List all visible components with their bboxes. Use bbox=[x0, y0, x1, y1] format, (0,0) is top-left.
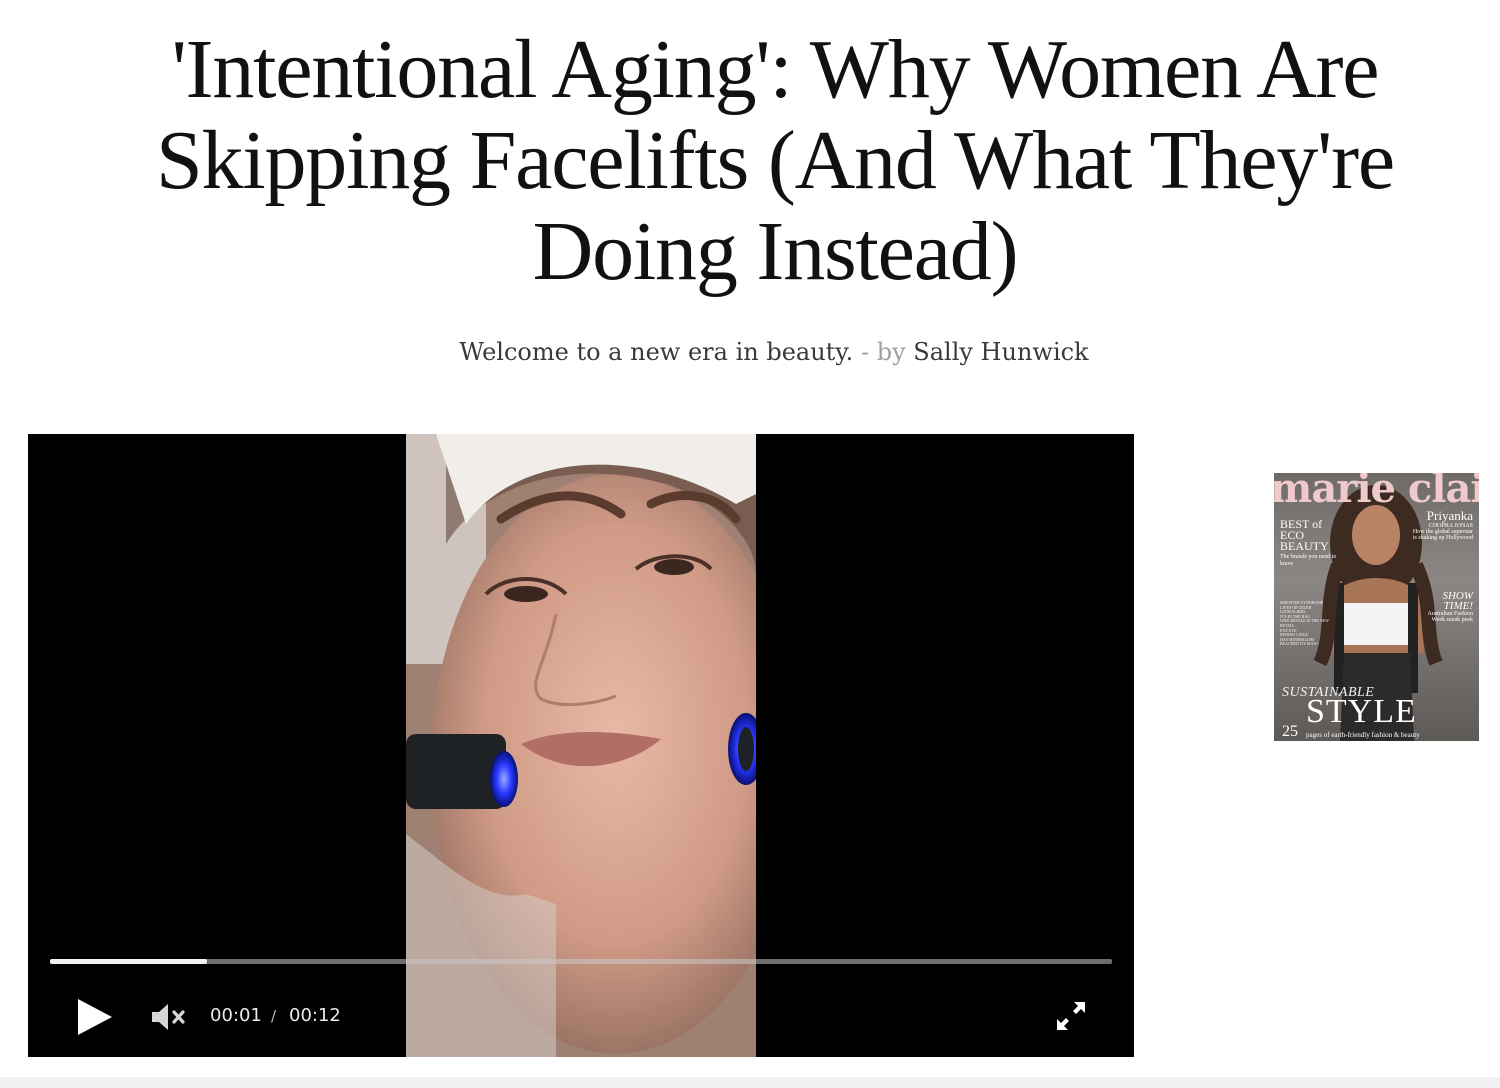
cover-mini-line: HAS MINIMALISM REACHED ITS MAX? bbox=[1280, 636, 1318, 647]
video-duration: 00:12 bbox=[289, 1005, 341, 1026]
cover-star-block: Priyanka CHOPRA JONAS How the global sup… bbox=[1411, 508, 1473, 542]
cover-bottom-title: STYLE bbox=[1306, 693, 1417, 730]
cover-star-blurb: How the global superstar is shaking up H… bbox=[1412, 529, 1473, 541]
mute-button[interactable] bbox=[150, 1001, 190, 1033]
byline-by-label: by bbox=[876, 338, 906, 366]
cover-left-feature-title: BEST of ECO BEAUTY bbox=[1280, 517, 1329, 553]
cover-mini-lines: IMPOSTER SYNDROME LIVES OF CELEB LOOKALI… bbox=[1280, 600, 1332, 647]
fullscreen-icon bbox=[1057, 1002, 1085, 1030]
video-time-separator: / bbox=[271, 1007, 277, 1025]
video-current-time: 00:01 bbox=[210, 1005, 262, 1026]
page-bottom-strip bbox=[0, 1077, 1500, 1088]
video-progress-bar[interactable] bbox=[50, 959, 1112, 964]
article-headline: 'Intentional Aging': Why Women Are Skipp… bbox=[156, 23, 1395, 298]
fullscreen-button[interactable] bbox=[1054, 999, 1088, 1033]
cover-bottom-blurb: pages of earth-friendly fashion & beauty bbox=[1306, 731, 1420, 739]
cover-star-name: Priyanka bbox=[1426, 508, 1473, 523]
magazine-cover[interactable]: marie claire BEST of ECO BEAUTY The bran… bbox=[1274, 473, 1479, 741]
byline-separator: - bbox=[860, 338, 870, 366]
cover-masthead: marie claire bbox=[1274, 473, 1479, 512]
video-progress-fill bbox=[50, 959, 208, 964]
article-standfirst: Welcome to a new era in beauty. bbox=[459, 338, 854, 366]
play-button[interactable] bbox=[74, 997, 114, 1037]
play-icon bbox=[78, 999, 112, 1035]
cover-left-feature-blurb: The brands you need to know bbox=[1280, 554, 1337, 567]
video-player[interactable]: 00:01 / 00:12 bbox=[28, 434, 1134, 1057]
author-link[interactable]: Sally Hunwick bbox=[913, 338, 1088, 366]
video-controls: 00:01 / 00:12 bbox=[28, 989, 1134, 1045]
cover-right-feature-blurb: Australian Fashion Week sneak peek bbox=[1427, 611, 1474, 623]
volume-muted-icon bbox=[152, 1004, 185, 1030]
article-byline: Welcome to a new era in beauty. - by Sal… bbox=[0, 336, 1500, 368]
cover-right-feature: SHOW TIME! Australian Fashion Week sneak… bbox=[1413, 590, 1474, 624]
cover-bottom-number: 25 bbox=[1282, 723, 1298, 740]
cover-right-feature-title: SHOW TIME! bbox=[1442, 590, 1473, 612]
cover-left-feature: BEST of ECO BEAUTY The brands you need t… bbox=[1280, 517, 1338, 568]
